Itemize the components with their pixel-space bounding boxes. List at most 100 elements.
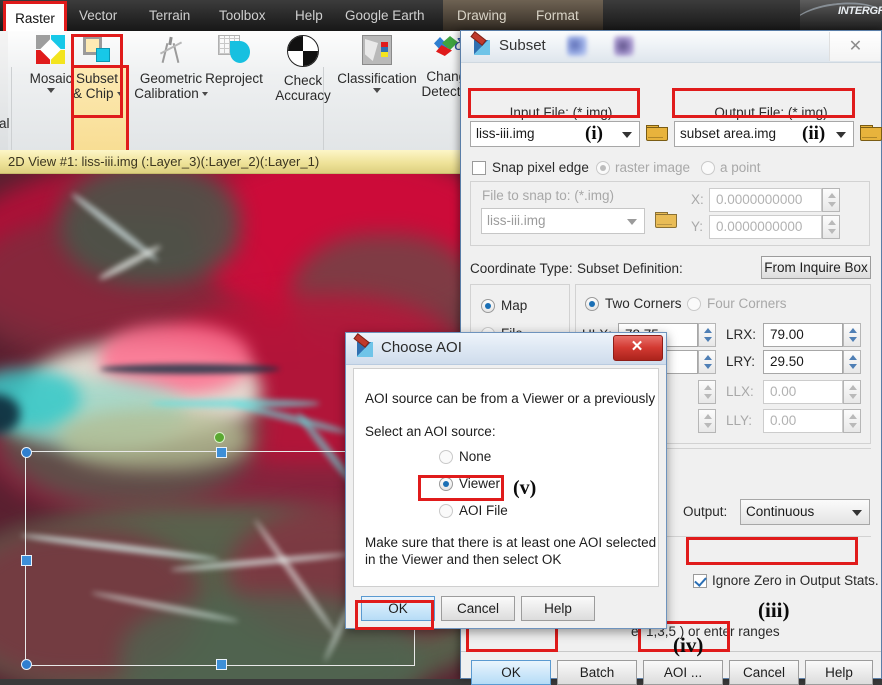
ribbon-button-classification[interactable]: Classification — [330, 35, 424, 93]
lry-value: 29.50 — [770, 354, 804, 369]
output-type-combo[interactable]: Continuous — [740, 499, 870, 525]
annotation-i: (i) — [585, 123, 603, 145]
subset-batch-button[interactable]: Batch — [557, 660, 637, 685]
aoi-source-viewer-radio[interactable] — [439, 477, 453, 491]
lrx-label: LRX: — [726, 327, 756, 342]
choose-aoi-cancel-button[interactable]: Cancel — [441, 596, 515, 621]
ribbon-partial-label: al — [0, 116, 10, 131]
uly-spinner[interactable] — [698, 350, 716, 374]
choose-aoi-note-line2: in the Viewer and then select OK — [365, 552, 561, 567]
snap-y-spinner[interactable] — [822, 215, 840, 239]
coord-map-radio[interactable] — [481, 299, 495, 313]
classification-icon — [362, 35, 392, 65]
input-file-label: Input File: (*.img) — [471, 105, 651, 120]
ribbon-button-subset-chip-label1: Subset — [73, 71, 121, 86]
aoi-rotation-handle[interactable] — [214, 432, 225, 443]
input-file-browse-button[interactable] — [646, 125, 666, 141]
choose-aoi-ok-button[interactable]: OK — [361, 596, 435, 621]
aoi-handle-top-center[interactable] — [216, 447, 227, 458]
chevron-down-icon[interactable] — [202, 92, 208, 96]
ribbon-button-check-accuracy-label1: Check — [268, 73, 338, 88]
output-file-label: Output File: (*.img) — [676, 105, 866, 120]
snap-file-label: File to snap to: (*.img) — [482, 188, 614, 203]
snap-y-field[interactable]: 0.0000000000 — [709, 215, 822, 239]
choose-aoi-select-label: Select an AOI source: — [365, 424, 496, 439]
tab-raster[interactable]: Raster — [3, 1, 67, 31]
snap-file-combo[interactable]: liss-iii.img — [481, 208, 645, 234]
ribbon-button-reproject[interactable]: Reproject — [200, 35, 268, 86]
ignore-zero-label: Ignore Zero in Output Stats. — [712, 573, 879, 588]
llx-value: 0.00 — [770, 384, 796, 399]
quick-access-icon-1[interactable] — [567, 36, 587, 56]
lry-spinner[interactable] — [843, 350, 861, 374]
snap-y-value: 0.0000000000 — [716, 219, 802, 234]
tab-toolbox[interactable]: Toolbox — [210, 0, 275, 31]
tab-help[interactable]: Help — [286, 0, 332, 31]
ribbon-button-subset-chip-label2: & Chip — [73, 86, 121, 101]
snap-x-field[interactable]: 0.0000000000 — [709, 188, 822, 212]
two-corners-radio[interactable] — [585, 297, 599, 311]
output-file-combo[interactable]: subset area.img — [674, 121, 854, 147]
aoi-handle-bottom-center[interactable] — [216, 659, 227, 670]
chevron-down-icon[interactable] — [852, 510, 862, 516]
input-file-combo[interactable]: liss-iii.img — [470, 121, 640, 147]
snap-file-browse-button[interactable] — [655, 212, 675, 228]
output-file-browse-button[interactable] — [860, 125, 880, 141]
intergraph-logo: INTERGRAPH — [800, 0, 882, 31]
llx-label: LLX: — [726, 384, 754, 399]
snap-a-point-label: a point — [720, 160, 761, 175]
subset-help-button[interactable]: Help — [805, 660, 873, 685]
from-inquire-box-button[interactable]: From Inquire Box — [761, 256, 871, 279]
aoi-handle-bottom-left[interactable] — [21, 659, 32, 670]
chevron-down-icon[interactable] — [622, 132, 632, 138]
tab-drawing[interactable]: Drawing — [448, 0, 516, 31]
reproject-icon — [218, 35, 250, 65]
lrx-spinner[interactable] — [843, 323, 861, 347]
aoi-handle-middle-left[interactable] — [21, 555, 32, 566]
four-corners-label: Four Corners — [707, 296, 787, 311]
aoi-handle-top-left[interactable] — [21, 447, 32, 458]
ribbon-button-subset-chip[interactable]: Subset & Chip — [73, 35, 121, 101]
subset-cancel-button[interactable]: Cancel — [729, 660, 799, 685]
snap-y-label: Y: — [691, 219, 703, 234]
aoi-source-aoifile-radio[interactable] — [439, 504, 453, 518]
chevron-down-icon[interactable] — [117, 92, 123, 96]
snap-x-spinner[interactable] — [822, 188, 840, 212]
lry-field[interactable]: 29.50 — [763, 350, 843, 374]
tab-google-earth[interactable]: Google Earth — [336, 0, 434, 31]
quick-access-icon-2[interactable] — [614, 36, 634, 56]
subset-aoi-button[interactable]: AOI ... — [643, 660, 723, 685]
group-divider-left — [11, 67, 12, 151]
lly-spinner-left — [698, 409, 716, 433]
chevron-down-icon[interactable] — [836, 132, 846, 138]
snap-raster-image-radio[interactable] — [596, 161, 610, 175]
tab-format[interactable]: Format — [527, 0, 588, 31]
ribbon-button-check-accuracy[interactable]: Check Accuracy — [268, 35, 338, 103]
subset-definition-label: Subset Definition: — [577, 261, 683, 276]
annotation-ii: (ii) — [802, 123, 825, 145]
aoi-source-viewer-label: Viewer — [459, 476, 500, 491]
subset-app-icon — [472, 37, 492, 57]
snap-pixel-edge-checkbox[interactable] — [472, 161, 486, 175]
ulx-spinner[interactable] — [698, 323, 716, 347]
chevron-down-icon[interactable] — [627, 219, 637, 225]
ignore-zero-checkbox[interactable] — [693, 574, 707, 588]
tab-terrain[interactable]: Terrain — [140, 0, 199, 31]
snap-a-point-radio[interactable] — [701, 161, 715, 175]
chevron-down-icon[interactable] — [373, 88, 381, 93]
input-file-value: liss-iii.img — [476, 126, 535, 141]
choose-aoi-close-button[interactable]: ✕ — [613, 335, 663, 361]
aoi-source-none-radio[interactable] — [439, 450, 453, 464]
lrx-field[interactable]: 79.00 — [763, 323, 843, 347]
subset-dialog-titlebar[interactable]: Subset ✕ — [461, 31, 881, 63]
ribbon-button-classification-label: Classification — [330, 71, 424, 86]
subset-ok-button[interactable]: OK — [471, 660, 551, 685]
choose-aoi-help-button[interactable]: Help — [521, 596, 595, 621]
tab-vector[interactable]: Vector — [70, 0, 126, 31]
ribbon-tab-bar: Vector Terrain Toolbox Help Google Earth… — [0, 0, 882, 31]
subset-close-button[interactable]: ✕ — [829, 32, 880, 61]
choose-aoi-dialog[interactable]: Choose AOI ✕ AOI source can be from a Vi… — [345, 332, 667, 629]
chevron-down-icon[interactable] — [47, 88, 55, 93]
four-corners-radio[interactable] — [687, 297, 701, 311]
choose-aoi-titlebar[interactable]: Choose AOI ✕ — [346, 333, 666, 365]
